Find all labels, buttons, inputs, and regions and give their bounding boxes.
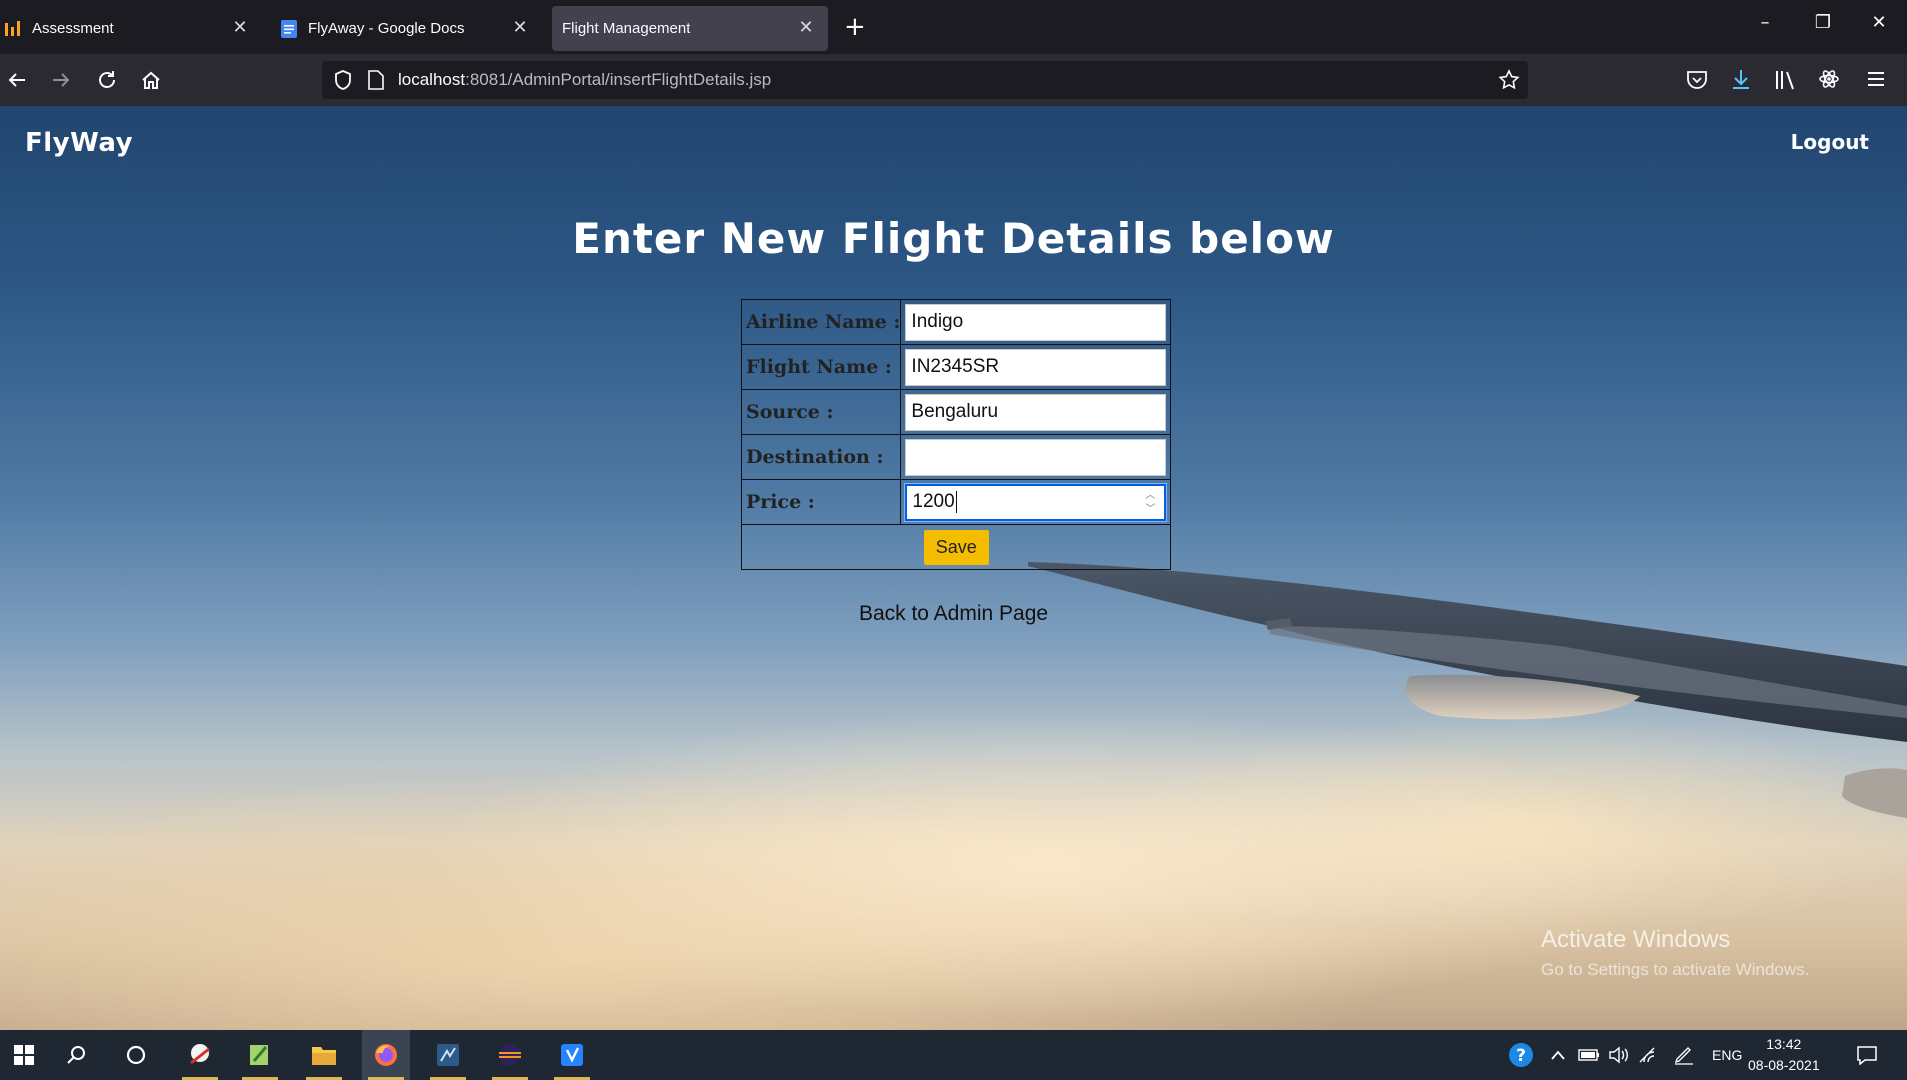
notifications-icon[interactable]: [1856, 1030, 1878, 1080]
shield-icon[interactable]: [332, 69, 354, 91]
tab-title: Assessment: [32, 20, 114, 37]
save-button[interactable]: Save: [923, 530, 989, 565]
activate-windows-watermark: Activate Windows Go to Settings to activ…: [1541, 926, 1809, 980]
minimize-icon[interactable]: –: [1750, 12, 1780, 33]
watermark-title: Activate Windows: [1541, 926, 1731, 953]
url-text[interactable]: localhost:8081/AdminPortal/insertFlightD…: [398, 70, 771, 90]
airline-name-input[interactable]: Indigo: [905, 303, 1167, 341]
tab-assessment[interactable]: Assessment ✕: [0, 6, 262, 51]
airline-name-value: Indigo: [911, 311, 964, 332]
mysql-workbench-icon[interactable]: [424, 1030, 472, 1080]
wifi-icon[interactable]: [1638, 1030, 1660, 1080]
cortana-icon[interactable]: [112, 1030, 160, 1080]
file-explorer-icon[interactable]: [300, 1030, 348, 1080]
url-path: :8081/AdminPortal/insertFlightDetails.js…: [465, 70, 772, 89]
form-row-submit: Save: [740, 524, 1172, 570]
tab-close-icon[interactable]: ✕: [510, 17, 530, 38]
text-cursor: [955, 491, 957, 513]
tab-close-icon[interactable]: ✕: [230, 17, 250, 38]
flight-name-label: Flight Name :: [740, 344, 902, 390]
source-label: Source :: [740, 389, 902, 435]
pen-workspace-icon[interactable]: [1673, 1030, 1695, 1080]
form-row-destination: Destination :: [740, 434, 1172, 480]
search-icon[interactable]: [52, 1030, 100, 1080]
google-docs-icon: [281, 19, 297, 38]
firefox-icon[interactable]: [362, 1030, 410, 1080]
page-title: Enter New Flight Details below: [572, 214, 1335, 263]
url-host: localhost: [398, 70, 466, 89]
form-row-price: Price : 1200 ︿ ﹀: [740, 479, 1172, 525]
clock-date: 08-08-2021: [1748, 1057, 1820, 1073]
price-input[interactable]: 1200 ︿ ﹀: [905, 483, 1167, 521]
clock-time: 13:42: [1766, 1036, 1802, 1052]
help-icon[interactable]: ?: [1508, 1030, 1534, 1080]
tab-close-icon[interactable]: ✕: [796, 17, 816, 38]
menu-hamburger-icon[interactable]: [1866, 70, 1886, 88]
library-icon[interactable]: [1774, 69, 1796, 91]
logout-link[interactable]: Logout: [1791, 130, 1869, 154]
form-row-source: Source : Bengaluru: [740, 389, 1172, 435]
tab-title: Flight Management: [562, 20, 691, 37]
download-icon[interactable]: [1731, 68, 1751, 90]
spin-down-icon[interactable]: ﹀: [1145, 504, 1155, 516]
flight-name-value: IN2345SR: [911, 356, 1000, 377]
back-to-admin-link[interactable]: Back to Admin Page: [0, 602, 1907, 626]
windows-start-icon[interactable]: [0, 1030, 48, 1080]
watermark-subtitle: Go to Settings to activate Windows.: [1541, 960, 1810, 979]
home-icon[interactable]: [137, 66, 165, 94]
browser-tab-bar: Assessment ✕ FlyAway - Google Docs ✕ Fli…: [0, 0, 1907, 54]
flight-details-form: Airline Name : Indigo Flight Name : IN23…: [740, 299, 1172, 570]
reload-icon[interactable]: [93, 66, 121, 94]
tab-flight-management[interactable]: Flight Management ✕: [552, 6, 828, 51]
browser-toolbar: localhost:8081/AdminPortal/insertFlightD…: [0, 54, 1907, 106]
tab-title: FlyAway - Google Docs: [308, 20, 465, 37]
brand-logo[interactable]: FlyWay: [25, 128, 133, 158]
pocket-icon[interactable]: [1686, 70, 1708, 90]
url-bar[interactable]: localhost:8081/AdminPortal/insertFlightD…: [322, 61, 1528, 99]
page-icon: [368, 70, 384, 90]
forward-icon[interactable]: [47, 66, 75, 94]
source-value: Bengaluru: [911, 401, 999, 422]
extension-atom-icon[interactable]: [1818, 68, 1840, 90]
eclipse-icon[interactable]: [486, 1030, 534, 1080]
back-icon[interactable]: [3, 66, 31, 94]
price-value: 1200: [912, 491, 955, 512]
restore-icon[interactable]: ❐: [1808, 12, 1838, 33]
destination-label: Destination :: [740, 434, 902, 480]
sourcetree-icon[interactable]: [548, 1030, 596, 1080]
form-row-flight-name: Flight Name : IN2345SR: [740, 344, 1172, 390]
airline-name-label: Airline Name :: [740, 299, 902, 345]
windows-taskbar: ? ENG 13:42 08-08-2021: [0, 1030, 1907, 1080]
language-indicator[interactable]: ENG: [1712, 1030, 1742, 1080]
form-row-airline: Airline Name : Indigo: [740, 299, 1172, 345]
svg-text:?: ?: [1516, 1046, 1526, 1066]
bookmark-star-icon[interactable]: [1498, 69, 1520, 91]
snipping-tool-icon[interactable]: [176, 1030, 224, 1080]
notepad-plus-icon[interactable]: [236, 1030, 284, 1080]
assessment-favicon-icon: [5, 20, 20, 36]
new-tab-icon[interactable]: +: [844, 12, 866, 42]
flight-name-input[interactable]: IN2345SR: [905, 348, 1167, 386]
spin-up-icon[interactable]: ︿: [1145, 490, 1155, 502]
price-label: Price :: [740, 479, 902, 525]
volume-icon[interactable]: [1608, 1030, 1630, 1080]
system-clock[interactable]: 13:42 08-08-2021: [1748, 1034, 1820, 1076]
battery-icon[interactable]: [1578, 1030, 1600, 1080]
destination-input[interactable]: [905, 438, 1167, 476]
source-input[interactable]: Bengaluru: [905, 393, 1167, 431]
tab-flyaway-docs[interactable]: FlyAway - Google Docs ✕: [272, 6, 542, 51]
page-viewport: FlyWay Logout Enter New Flight Details b…: [0, 106, 1907, 1030]
show-hidden-icons-chevron-icon[interactable]: [1550, 1030, 1566, 1080]
close-window-icon[interactable]: ✕: [1864, 12, 1894, 33]
number-spinner[interactable]: ︿ ﹀: [1142, 490, 1158, 516]
